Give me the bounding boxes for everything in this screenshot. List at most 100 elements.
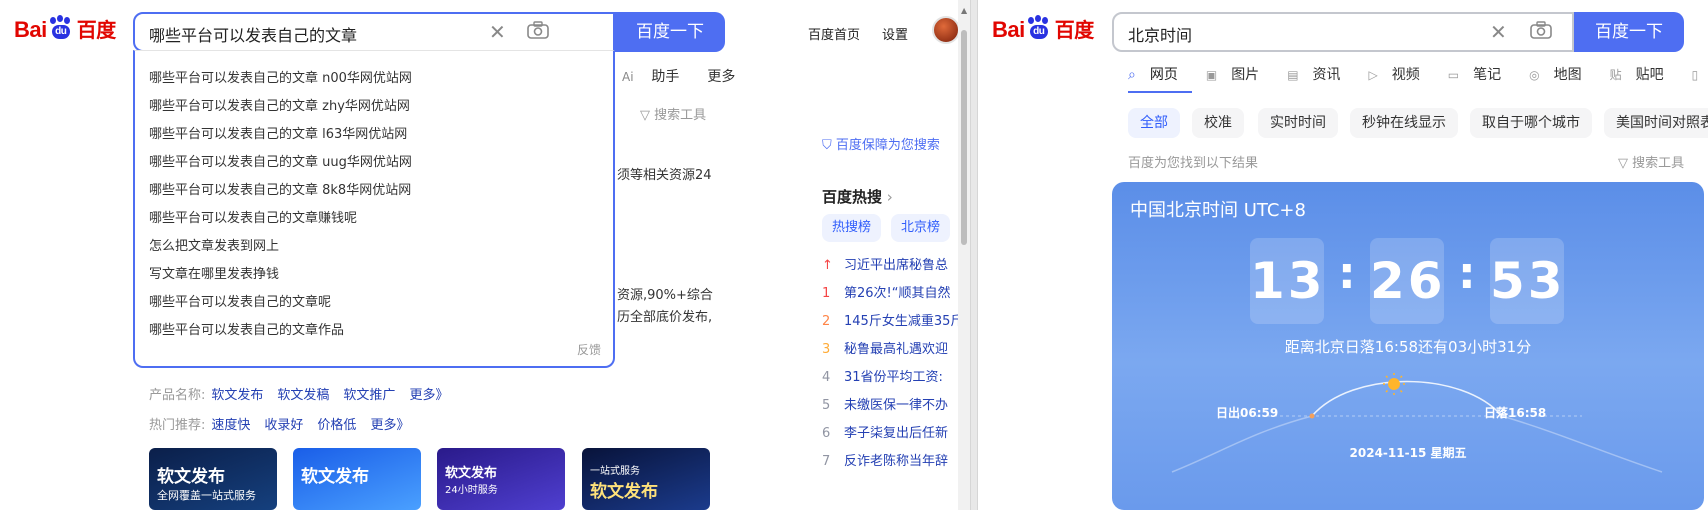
guarantee-text: 百度保障为您搜索: [835, 138, 940, 153]
scroll-up-arrow-icon[interactable]: ▲: [961, 6, 967, 15]
suggestion-item[interactable]: 哪些平台可以发表自己的文章 uug华网优站网: [149, 151, 412, 170]
shield-icon: ⛉: [822, 138, 836, 153]
suggestion-item[interactable]: 哪些平台可以发表自己的文章 8k8华网优站网: [149, 179, 411, 198]
chip-seconds-online[interactable]: 秒钟在线显示: [1350, 108, 1458, 138]
suggestion-item[interactable]: 哪些平台可以发表自己的文章作品: [149, 319, 344, 338]
hot-search-item[interactable]: 2 145斤女生减重35斤: [822, 310, 963, 329]
scrollbar-thumb[interactable]: [961, 30, 967, 245]
chip-calibrate[interactable]: 校准: [1192, 108, 1244, 138]
banner-title: 软文发布: [301, 467, 369, 487]
suggestion-item[interactable]: 哪些平台可以发表自己的文章 l63华网优站网: [149, 123, 407, 142]
search-tools[interactable]: ▽ 搜索工具: [640, 104, 706, 123]
tab-label: 地图: [1553, 67, 1582, 83]
assistant-icon: Ai: [622, 70, 638, 84]
clear-icon[interactable]: ✕: [489, 20, 506, 44]
suggestion-item[interactable]: 哪些平台可以发表自己的文章赚钱呢: [149, 207, 357, 226]
ad-banner[interactable]: 软文发布 全网覆盖一站式服务: [149, 448, 277, 510]
tab-more[interactable]: 更多: [707, 69, 735, 85]
tab-web[interactable]: ⌕ 网页: [1128, 67, 1192, 93]
hot-recommend-row: 热门推荐: 速度快 收录好 价格低 更多》: [149, 414, 423, 433]
product-link[interactable]: 软文发布: [211, 388, 263, 403]
suggestion-item[interactable]: 怎么把文章发表到网上: [149, 235, 279, 254]
sunrise-label: 日出06:59: [1216, 406, 1279, 420]
recommend-link[interactable]: 速度快: [211, 418, 250, 433]
recommend-more-link[interactable]: 更多》: [370, 418, 409, 433]
product-link[interactable]: 软文推广: [343, 388, 395, 403]
tab-label: 笔记: [1473, 67, 1502, 83]
logo-text: Bai: [992, 17, 1025, 42]
hot-search-title[interactable]: 百度热搜 ›: [822, 186, 893, 207]
search-box[interactable]: 北京时间 ✕: [1112, 12, 1574, 52]
hot-search-item[interactable]: 3 秘鲁最高礼遇欢迎: [822, 338, 948, 357]
video-icon: ▷: [1368, 68, 1378, 82]
search-button[interactable]: 百度一下: [1574, 12, 1684, 52]
hot-search-item[interactable]: 1 第26次!“顺其自然: [822, 282, 951, 301]
result-count-text: 百度为您找到以下结果: [1128, 156, 1259, 171]
chip-which-city[interactable]: 取自于哪个城市: [1470, 108, 1592, 138]
search-button[interactable]: 百度一下: [615, 12, 725, 52]
baidu-logo[interactable]: Bai du 百度: [14, 14, 116, 43]
search-input[interactable]: 哪些平台可以发表自己的文章: [149, 22, 357, 46]
sun-icon: [1383, 373, 1405, 395]
logo-text: Bai: [14, 17, 47, 42]
clock-colon: :: [1458, 248, 1476, 299]
hot-search-item[interactable]: 6 李子柒复出后任新: [822, 422, 948, 441]
baidu-logo[interactable]: Bai du 百度: [992, 14, 1094, 43]
beijing-time-card: 中国北京时间 UTC+8 13 : 26 : 53 距离北京日落16:58还有0…: [1112, 182, 1704, 510]
ad-banner[interactable]: 软文发布: [293, 448, 421, 510]
product-row: 产品名称: 软文发布 软文发稿 软文推广 更多》: [149, 384, 462, 403]
search-input[interactable]: 北京时间: [1128, 22, 1192, 46]
hot-search-item[interactable]: 7 反诈老陈称当年辞: [822, 450, 948, 469]
tab-hot-list[interactable]: 热搜榜: [822, 214, 882, 242]
tab-beijing-list[interactable]: 北京榜: [891, 214, 951, 242]
ad-banner[interactable]: 一站式服务 软文发布: [582, 448, 710, 510]
search-tools[interactable]: ▽ 搜索工具: [1618, 152, 1684, 171]
hot-search-item[interactable]: 4 31省份平均工资:: [822, 366, 943, 385]
suggestion-item[interactable]: 哪些平台可以发表自己的文章呢: [149, 291, 331, 310]
search-icon: ⌕: [1128, 67, 1136, 83]
tab-assistant[interactable]: Ai 助手: [622, 69, 693, 85]
hot-title: 145斤女生减重35斤: [844, 314, 964, 329]
hot-rank: 5: [822, 398, 831, 413]
tab-news[interactable]: ▤ 资讯: [1287, 67, 1354, 83]
suggestion-item[interactable]: 哪些平台可以发表自己的文章 zhy华网优站网: [149, 95, 410, 114]
feedback-link[interactable]: 反馈: [577, 341, 601, 358]
tab-wenku[interactable]: ▯文库: [1692, 67, 1708, 83]
hot-search-item[interactable]: 5 未缴医保一律不办: [822, 394, 948, 413]
tab-map[interactable]: ◎ 地图: [1529, 67, 1595, 83]
camera-icon[interactable]: [527, 21, 549, 39]
product-link[interactable]: 软文发稿: [277, 388, 329, 403]
avatar[interactable]: [932, 16, 960, 44]
suggestion-item[interactable]: 写文章在哪里发表挣钱: [149, 263, 279, 282]
tab-notes[interactable]: ▭ 笔记: [1448, 67, 1515, 83]
settings-link[interactable]: 设置: [882, 28, 908, 43]
suggestion-dropdown: 哪些平台可以发表自己的文章 n00华网优站网 哪些平台可以发表自己的文章 zhy…: [133, 50, 615, 368]
chip-us-time[interactable]: 美国时间对照表: [1604, 108, 1708, 138]
hot-title: 习近平出席秘鲁总: [844, 258, 949, 273]
tab-images[interactable]: ▣ 图片: [1206, 67, 1273, 83]
hot-search-item[interactable]: ↑ 习近平出席秘鲁总: [822, 254, 948, 273]
tab-tieba[interactable]: 贴贴吧: [1610, 67, 1678, 83]
ad-banner[interactable]: 软文发布 24小时服务: [437, 448, 565, 510]
card-title: 中国北京时间 UTC+8: [1130, 200, 1306, 221]
search-box[interactable]: 哪些平台可以发表自己的文章 ✕: [133, 12, 615, 52]
hot-title: 反诈老陈称当年辞: [844, 454, 949, 469]
paw-icon: du: [48, 15, 74, 41]
recommend-link[interactable]: 收录好: [264, 418, 303, 433]
product-more-link[interactable]: 更多》: [409, 388, 448, 403]
hot-rank: 1: [822, 286, 831, 301]
clear-icon[interactable]: ✕: [1490, 20, 1507, 44]
camera-icon[interactable]: [1530, 21, 1552, 39]
guarantee-badge[interactable]: ⛉ 百度保障为您搜索: [822, 134, 940, 153]
window-divider[interactable]: [970, 0, 978, 510]
scrollbar[interactable]: ▲: [958, 0, 970, 510]
chip-all[interactable]: 全部: [1128, 108, 1180, 138]
result-snippet: 须等相关资源24: [617, 168, 712, 183]
recommend-link[interactable]: 价格低: [317, 418, 356, 433]
hot-rank: 3: [822, 342, 831, 357]
home-link[interactable]: 百度首页: [808, 28, 860, 43]
chip-realtime[interactable]: 实时时间: [1258, 108, 1338, 138]
banner-title: 软文发布: [590, 482, 658, 502]
suggestion-item[interactable]: 哪些平台可以发表自己的文章 n00华网优站网: [149, 67, 412, 86]
tab-video[interactable]: ▷ 视频: [1369, 67, 1434, 83]
